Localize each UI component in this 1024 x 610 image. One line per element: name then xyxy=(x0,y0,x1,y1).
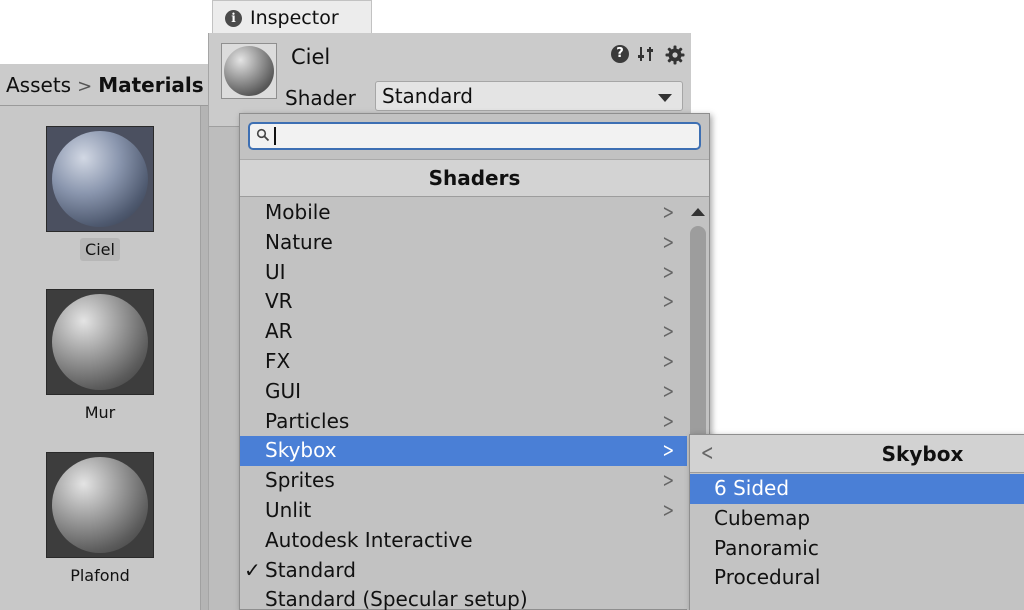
gear-icon[interactable] xyxy=(665,45,685,65)
chevron-right-icon: > xyxy=(662,438,675,463)
tab-inspector-label: Inspector xyxy=(250,7,339,29)
info-icon: i xyxy=(225,10,242,27)
menu-item-cubemap[interactable]: Cubemap xyxy=(690,504,1024,534)
shader-dropdown[interactable]: Standard xyxy=(375,81,683,111)
project-assets-panel: Assets > Materials Ciel Mur Plafond xyxy=(0,64,208,610)
tab-inspector[interactable]: i Inspector xyxy=(212,0,372,34)
shader-list: Mobile > Nature > UI > VR > AR > FX > GUI > Par… xyxy=(240,198,687,610)
menu-item-gui[interactable]: GUI > xyxy=(240,377,687,407)
menu-item-unlit[interactable]: Unlit > xyxy=(240,496,687,526)
breadcrumb-assets[interactable]: Assets xyxy=(6,73,71,97)
menu-item-panoramic[interactable]: Panoramic xyxy=(690,534,1024,564)
preset-icon[interactable] xyxy=(637,45,655,63)
shader-dropdown-value: Standard xyxy=(382,84,473,108)
asset-ciel-thumbnail[interactable] xyxy=(46,126,154,232)
menu-item-ui[interactable]: UI > xyxy=(240,258,687,288)
material-sphere-icon xyxy=(224,46,274,96)
chevron-right-icon: > xyxy=(662,497,675,522)
material-preview xyxy=(221,43,277,99)
help-icon[interactable]: ? xyxy=(611,45,629,63)
asset-label: Mur xyxy=(84,403,116,422)
menu-item-standard[interactable]: ✓ Standard xyxy=(240,556,687,586)
menu-item-nature[interactable]: Nature > xyxy=(240,228,687,258)
menu-item-fx[interactable]: FX > xyxy=(240,347,687,377)
search-icon xyxy=(256,128,270,142)
shaders-title: Shaders xyxy=(240,159,709,197)
material-name: Ciel xyxy=(291,45,331,69)
breadcrumb-separator-icon: > xyxy=(77,76,93,97)
shader-search-input[interactable] xyxy=(276,126,696,146)
material-sphere-icon xyxy=(52,131,148,227)
chevron-right-icon: > xyxy=(662,378,675,403)
text-caret xyxy=(274,127,276,145)
material-sphere-icon xyxy=(52,294,148,390)
menu-item-6-sided[interactable]: 6 Sided xyxy=(690,474,1024,504)
skybox-submenu: < Skybox 6 Sided Cubemap Panoramic Proce… xyxy=(689,434,1024,610)
material-sphere-icon xyxy=(52,457,148,553)
menu-item-mobile[interactable]: Mobile > xyxy=(240,198,687,228)
asset-mur-thumbnail[interactable] xyxy=(46,289,154,395)
menu-item-procedural[interactable]: Procedural xyxy=(690,563,1024,593)
menu-item-vr[interactable]: VR > xyxy=(240,287,687,317)
checkmark-icon: ✓ xyxy=(244,557,261,582)
menu-item-particles[interactable]: Particles > xyxy=(240,407,687,437)
breadcrumb: Assets > Materials xyxy=(0,64,208,106)
asset-ciel[interactable]: Ciel xyxy=(46,126,154,261)
chevron-right-icon: > xyxy=(662,348,675,373)
asset-label: Plafond xyxy=(70,566,130,585)
chevron-right-icon: > xyxy=(662,319,675,344)
shader-popup: Shaders Mobile > Nature > UI > VR > AR > FX > … xyxy=(239,113,710,610)
menu-item-sprites[interactable]: Sprites > xyxy=(240,466,687,496)
menu-item-skybox[interactable]: Skybox > xyxy=(240,436,687,467)
chevron-right-icon: > xyxy=(662,408,675,433)
chevron-right-icon: > xyxy=(662,200,675,224)
shader-search-box[interactable] xyxy=(248,122,701,150)
inspector-gutter xyxy=(209,127,241,610)
asset-mur[interactable]: Mur xyxy=(46,289,154,422)
menu-item-autodesk-interactive[interactable]: Autodesk Interactive xyxy=(240,526,687,556)
chevron-right-icon: > xyxy=(662,289,675,314)
breadcrumb-materials[interactable]: Materials xyxy=(98,73,204,97)
chevron-down-icon xyxy=(658,94,672,102)
panel-divider[interactable] xyxy=(200,106,208,610)
menu-item-ar[interactable]: AR > xyxy=(240,317,687,347)
skybox-list: 6 Sided Cubemap Panoramic Procedural xyxy=(690,474,1024,593)
asset-plafond-thumbnail[interactable] xyxy=(46,452,154,558)
shader-label: Shader xyxy=(285,86,356,110)
chevron-right-icon: > xyxy=(662,259,675,284)
chevron-right-icon: > xyxy=(662,229,675,254)
skybox-submenu-title: Skybox xyxy=(881,442,964,466)
asset-label: Ciel xyxy=(46,238,154,261)
menu-item-standard-specular[interactable]: Standard (Specular setup) xyxy=(240,585,687,610)
chevron-right-icon: > xyxy=(662,468,675,493)
skybox-submenu-header: < Skybox xyxy=(690,435,1024,473)
scroll-up-arrow-icon[interactable] xyxy=(691,208,705,216)
asset-plafond[interactable]: Plafond xyxy=(46,452,154,585)
